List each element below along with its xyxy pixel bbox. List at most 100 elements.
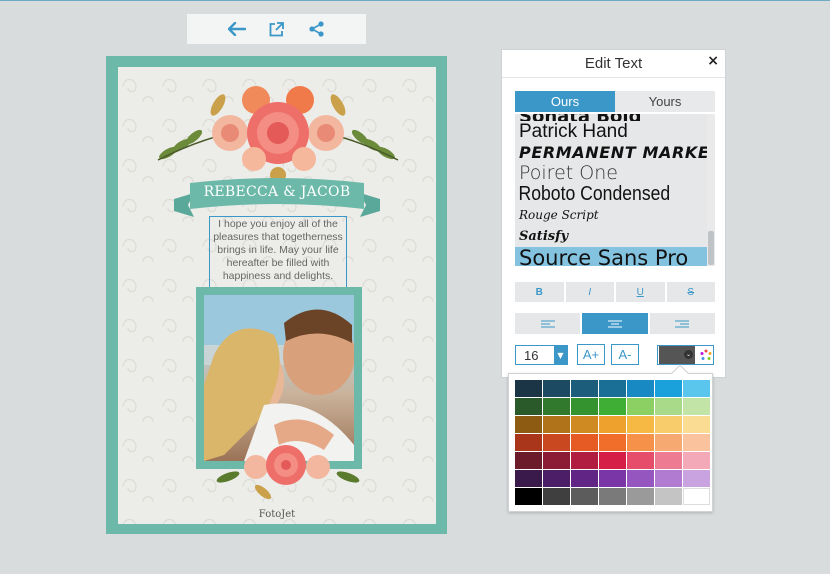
chevron-down-icon: ▼ xyxy=(554,346,567,364)
color-swatch[interactable] xyxy=(627,452,654,469)
color-swatch[interactable] xyxy=(543,488,570,505)
color-swatch[interactable] xyxy=(543,452,570,469)
text-color-button[interactable]: ⌄ xyxy=(657,345,714,365)
tab-ours[interactable]: Ours xyxy=(515,91,615,112)
color-swatch[interactable] xyxy=(543,398,570,415)
color-swatch[interactable] xyxy=(655,416,682,433)
color-swatch[interactable] xyxy=(655,470,682,487)
color-swatch[interactable] xyxy=(515,434,542,451)
color-swatch[interactable] xyxy=(627,398,654,415)
color-swatch[interactable] xyxy=(655,488,682,505)
color-swatch[interactable] xyxy=(543,470,570,487)
color-swatch[interactable] xyxy=(515,488,542,505)
external-link-icon[interactable] xyxy=(267,19,287,39)
couple-names-text[interactable]: REBECCA & JACOB xyxy=(188,184,366,200)
color-palette-grid xyxy=(515,380,710,505)
share-icon[interactable] xyxy=(307,19,327,39)
align-left-button[interactable] xyxy=(515,313,581,334)
fotojet-watermark: FotoJet xyxy=(258,509,296,520)
font-item[interactable]: Patrick Hand xyxy=(515,121,715,142)
close-icon[interactable]: × xyxy=(707,53,719,69)
color-swatch[interactable] xyxy=(627,470,654,487)
color-swatch[interactable] xyxy=(599,488,626,505)
scrollbar-thumb[interactable] xyxy=(708,231,714,265)
color-swatch[interactable] xyxy=(571,416,598,433)
color-swatch[interactable] xyxy=(655,452,682,469)
font-list[interactable]: Sonata Bold Patrick Hand Permanent Marke… xyxy=(515,114,715,266)
increase-size-button[interactable]: A+ xyxy=(577,344,605,365)
color-swatch[interactable] xyxy=(599,452,626,469)
color-swatch[interactable] xyxy=(655,380,682,397)
color-swatch[interactable] xyxy=(683,416,710,433)
arrow-left-icon[interactable] xyxy=(227,19,247,39)
color-swatch[interactable] xyxy=(599,470,626,487)
align-right-button[interactable] xyxy=(649,313,715,334)
color-swatch[interactable] xyxy=(599,398,626,415)
bold-button[interactable]: B xyxy=(515,282,564,302)
color-swatch[interactable] xyxy=(515,416,542,433)
decrease-size-button[interactable]: A- xyxy=(611,344,639,365)
color-swatch[interactable] xyxy=(655,398,682,415)
top-border xyxy=(0,0,830,1)
font-item[interactable]: Sonata Bold xyxy=(515,114,715,121)
color-swatch[interactable] xyxy=(543,434,570,451)
italic-button[interactable]: I xyxy=(565,282,614,302)
color-swatch[interactable] xyxy=(599,380,626,397)
font-source-tabs: Ours Yours xyxy=(515,91,715,112)
color-swatch[interactable] xyxy=(571,452,598,469)
color-swatch[interactable] xyxy=(515,398,542,415)
color-swatch[interactable] xyxy=(683,452,710,469)
color-swatch[interactable] xyxy=(515,452,542,469)
color-swatch[interactable] xyxy=(683,434,710,451)
font-item[interactable]: Poiret One xyxy=(515,163,715,184)
font-item[interactable]: Rouge Script xyxy=(515,205,715,226)
color-swatch[interactable] xyxy=(683,470,710,487)
color-swatch[interactable] xyxy=(515,470,542,487)
align-left-icon xyxy=(540,320,555,327)
tab-yours[interactable]: Yours xyxy=(615,91,715,112)
color-swatch[interactable] xyxy=(571,434,598,451)
font-item[interactable]: Satisfy xyxy=(515,226,715,247)
color-swatch[interactable] xyxy=(627,488,654,505)
card-canvas[interactable]: REBECCA & JACOB I hope you enjoy all of … xyxy=(106,56,447,534)
chevron-down-icon: ⌄ xyxy=(684,350,693,359)
font-item[interactable]: Roboto Condensed xyxy=(515,184,691,205)
align-center-icon xyxy=(607,320,622,327)
color-swatch[interactable] xyxy=(515,380,542,397)
color-swatch[interactable] xyxy=(571,488,598,505)
color-swatch[interactable] xyxy=(571,470,598,487)
color-swatch[interactable] xyxy=(543,416,570,433)
bottom-flowers-graphic xyxy=(216,445,360,500)
panel-title: Edit Text xyxy=(584,55,643,72)
strikethrough-button[interactable]: S xyxy=(666,282,715,302)
font-item[interactable]: Permanent Marker xyxy=(515,142,715,163)
color-swatch[interactable] xyxy=(683,398,710,415)
font-size-select[interactable]: 16 ▼ xyxy=(515,345,568,365)
alignment-buttons xyxy=(515,313,715,334)
font-item-selected[interactable]: Source Sans Pro xyxy=(515,247,715,266)
color-swatch[interactable] xyxy=(627,434,654,451)
color-swatch[interactable] xyxy=(599,416,626,433)
edit-text-panel: Edit Text × Ours Yours Sonata Bold Patri… xyxy=(501,49,726,378)
text-style-buttons: B I U S xyxy=(515,282,715,302)
color-swatch[interactable] xyxy=(599,434,626,451)
underline-button[interactable]: U xyxy=(616,282,665,302)
color-swatch[interactable] xyxy=(627,416,654,433)
card-background: REBECCA & JACOB I hope you enjoy all of … xyxy=(118,67,436,524)
flower-bouquet-graphic xyxy=(157,86,399,183)
color-swatch[interactable] xyxy=(543,380,570,397)
color-swatch[interactable] xyxy=(655,434,682,451)
font-size-value: 16 xyxy=(524,347,539,363)
color-swatch[interactable] xyxy=(571,398,598,415)
color-palette-popup xyxy=(508,364,713,512)
align-center-button[interactable] xyxy=(582,313,648,334)
color-swatch[interactable] xyxy=(571,380,598,397)
panel-header: Edit Text × xyxy=(502,50,725,78)
align-right-icon xyxy=(675,320,690,327)
color-swatch[interactable] xyxy=(627,380,654,397)
font-list-scrollbar[interactable] xyxy=(707,114,715,266)
color-swatch[interactable] xyxy=(683,488,710,505)
message-text-box[interactable]: I hope you enjoy all of the pleasures th… xyxy=(209,216,347,289)
color-swatch[interactable] xyxy=(683,380,710,397)
current-color-swatch: ⌄ xyxy=(659,346,695,364)
